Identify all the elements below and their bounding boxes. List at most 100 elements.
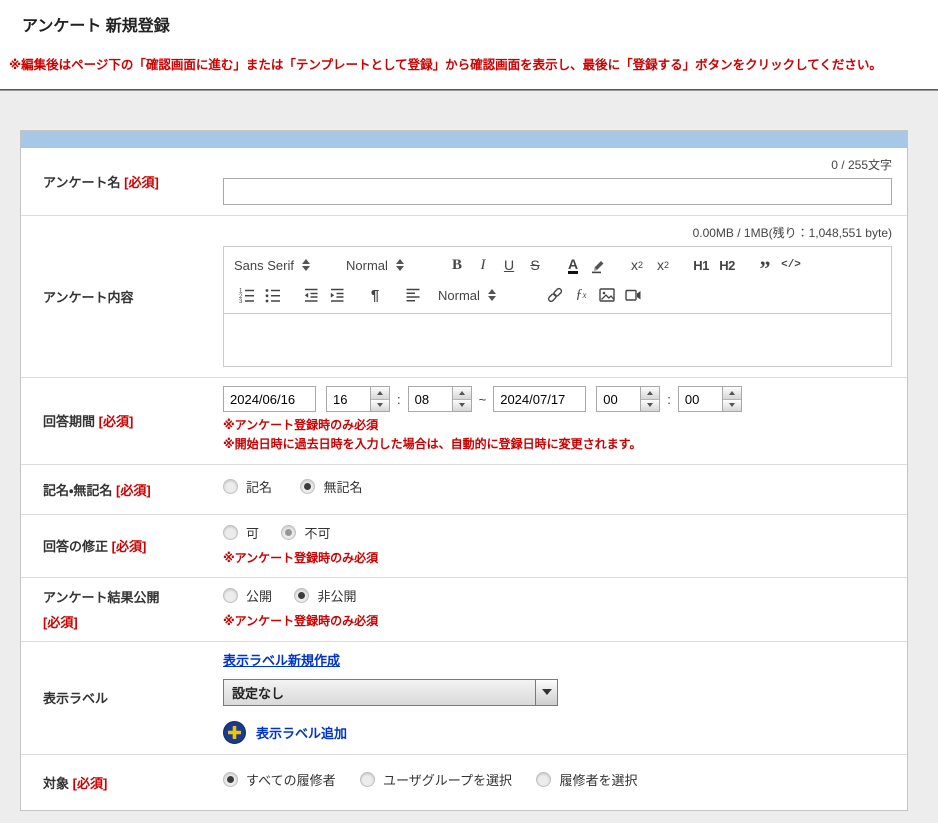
row-anonymity: 記名・無記名 [必須] 記名 無記名: [21, 464, 907, 514]
image-button[interactable]: [594, 284, 620, 306]
end-date-input[interactable]: [493, 386, 586, 412]
up-arrow-icon: [377, 391, 383, 395]
ordered-list-icon: 1 2 3: [238, 286, 256, 304]
result-publish-label: アンケート結果公開 [必須]: [21, 587, 223, 631]
text-color-button[interactable]: A: [560, 254, 586, 276]
radio-selected-icon: [223, 772, 238, 787]
survey-name-input[interactable]: [223, 178, 892, 205]
start-minute-down-button[interactable]: [453, 400, 471, 412]
display-label-select[interactable]: 設定なし: [223, 679, 558, 706]
required-badge: [必須]: [124, 175, 159, 190]
end-minute-input[interactable]: [679, 387, 722, 411]
font-select[interactable]: Sans Serif: [234, 258, 334, 273]
end-hour-up-button[interactable]: [641, 387, 659, 400]
ordered-list-button[interactable]: 1 2 3: [234, 284, 260, 306]
radio-named[interactable]: 記名: [223, 477, 272, 496]
blockquote-button[interactable]: ”: [752, 254, 778, 276]
survey-form-panel: アンケート名 [必須] 0 / 255文字 アンケート内容 0.00MB / 1…: [20, 130, 908, 811]
video-icon: [624, 286, 642, 304]
start-minute-input[interactable]: [409, 387, 452, 411]
italic-button[interactable]: I: [470, 254, 496, 276]
down-arrow-icon: [459, 403, 465, 407]
superscript-button[interactable]: x2: [650, 254, 676, 276]
period-note-2: ※開始日時に過去日時を入力した場合は、自動的に登録日時に変更されます。: [223, 436, 892, 453]
answer-edit-note: ※アンケート登録時のみ必須: [223, 550, 892, 567]
end-hour-input[interactable]: [597, 387, 640, 411]
display-label-label: 表示ラベル: [21, 688, 223, 707]
header2-button[interactable]: H2: [714, 254, 740, 276]
radio-icon: [223, 479, 238, 494]
start-hour-up-button[interactable]: [371, 387, 389, 400]
chevron-down-icon: [542, 689, 552, 695]
down-arrow-icon: [377, 403, 383, 407]
end-hour-down-button[interactable]: [641, 400, 659, 412]
radio-target-all[interactable]: すべての履修者: [223, 770, 336, 789]
survey-name-label: アンケート名 [必須]: [21, 172, 223, 191]
down-arrow-icon: [647, 403, 653, 407]
end-minute-up-button[interactable]: [723, 387, 741, 400]
highlight-button[interactable]: [586, 254, 612, 276]
outdent-button[interactable]: [298, 284, 324, 306]
add-display-label-button[interactable]: [223, 721, 246, 744]
image-icon: [598, 286, 616, 304]
size-select[interactable]: Normal: [346, 258, 432, 273]
highlight-icon: [590, 256, 608, 274]
bold-button[interactable]: B: [444, 254, 470, 276]
page-header: アンケート 新規登録 ※編集後はページ下の「確認画面に進む」または「テンプレート…: [0, 0, 938, 73]
strikethrough-button[interactable]: S: [522, 254, 548, 276]
start-hour-input[interactable]: [327, 387, 370, 411]
svg-text:3: 3: [239, 299, 243, 304]
indent-icon: [328, 286, 346, 304]
dropdown-arrow-button[interactable]: [535, 680, 557, 705]
end-hour-spinner: [596, 386, 660, 412]
subscript-button[interactable]: x2: [624, 254, 650, 276]
align-left-icon: [404, 286, 422, 304]
formula-button[interactable]: ƒx: [568, 284, 594, 306]
anonymity-label: 記名・無記名 [必須]: [21, 480, 223, 499]
indent-button[interactable]: [324, 284, 350, 306]
add-display-label-link[interactable]: 表示ラベル追加: [256, 723, 347, 742]
radio-public[interactable]: 公開: [223, 586, 272, 605]
start-hour-spinner: [326, 386, 390, 412]
align-button[interactable]: [400, 284, 426, 306]
end-minute-down-button[interactable]: [723, 400, 741, 412]
row-answer-period: 回答期間 [必須] :: [21, 377, 907, 464]
code-block-button[interactable]: </>: [778, 254, 804, 276]
header1-button[interactable]: H1: [688, 254, 714, 276]
up-arrow-icon: [729, 391, 735, 395]
start-hour-down-button[interactable]: [371, 400, 389, 412]
text-direction-button[interactable]: ¶: [362, 284, 388, 306]
create-display-label-link[interactable]: 表示ラベル新規作成: [223, 653, 340, 668]
start-date-input[interactable]: [223, 386, 316, 412]
editor-toolbar: Sans Serif Normal B I U S A: [224, 247, 891, 314]
link-button[interactable]: [542, 284, 568, 306]
radio-edit-allow[interactable]: 可: [223, 523, 259, 542]
page-title: アンケート 新規登録: [22, 12, 916, 36]
required-badge: [必須]: [116, 483, 151, 498]
underline-button[interactable]: U: [496, 254, 522, 276]
end-minute-spinner: [678, 386, 742, 412]
editor-content-area[interactable]: [224, 314, 891, 366]
select-caret-icon: [302, 259, 310, 271]
radio-edit-deny[interactable]: 不可: [281, 523, 330, 542]
radio-private[interactable]: 非公開: [294, 586, 356, 605]
text-color-icon: A: [568, 257, 578, 274]
start-minute-up-button[interactable]: [453, 387, 471, 400]
down-arrow-icon: [729, 403, 735, 407]
radio-icon: [360, 772, 375, 787]
required-badge: [必須]: [43, 612, 223, 631]
bullet-list-button[interactable]: [260, 284, 286, 306]
radio-anonymous[interactable]: 無記名: [300, 477, 362, 496]
rich-text-editor: Sans Serif Normal B I U S A: [223, 246, 892, 367]
radio-target-select[interactable]: 履修者を選択: [536, 770, 637, 789]
style-select[interactable]: Normal: [438, 288, 530, 303]
name-char-counter: 0 / 255文字: [223, 156, 892, 173]
radio-target-group[interactable]: ユーザグループを選択: [360, 770, 512, 789]
row-survey-name: アンケート名 [必須] 0 / 255文字: [21, 148, 907, 215]
radio-icon: [223, 525, 238, 540]
period-note-1: ※アンケート登録時のみ必須: [223, 417, 892, 434]
video-button[interactable]: [620, 284, 646, 306]
up-arrow-icon: [459, 391, 465, 395]
content-size-counter: 0.00MB / 1MB(残り：1,048,551 byte): [223, 224, 892, 241]
panel-accent-bar: [21, 131, 907, 148]
